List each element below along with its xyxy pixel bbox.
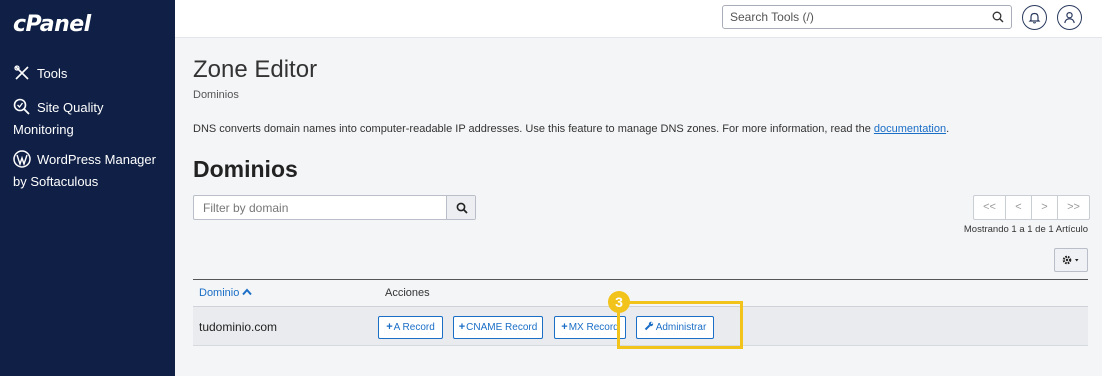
- documentation-link[interactable]: documentation: [874, 123, 946, 135]
- search-icon[interactable]: [992, 11, 1004, 23]
- step-number-badge: 3: [608, 291, 630, 313]
- pagination-summary: Mostrando 1 a 1 de 1 Artículo: [963, 224, 1088, 235]
- column-header-domain-label: Dominio: [199, 287, 240, 299]
- sidebar-item-wordpress-manager[interactable]: WordPress Manager by Softaculous: [13, 149, 173, 193]
- user-icon: [1064, 11, 1075, 24]
- plus-icon: +: [458, 321, 466, 333]
- wordpress-icon: [13, 150, 31, 168]
- filter-search-button[interactable]: [446, 196, 475, 219]
- search-tools-box[interactable]: [722, 5, 1012, 29]
- column-header-actions: Acciones: [385, 287, 430, 299]
- sidebar: cPanel Tools Site Quality Monitoring Wor…: [0, 0, 175, 376]
- first-page-button[interactable]: <<: [973, 195, 1006, 220]
- section-title: Dominios: [193, 156, 298, 182]
- add-cname-record-button[interactable]: +CNAME Record: [453, 316, 543, 339]
- tools-icon: [14, 65, 29, 80]
- top-header: [175, 0, 1102, 38]
- page-description: DNS converts domain names into computer-…: [193, 123, 949, 135]
- search-tools-input[interactable]: [723, 6, 978, 28]
- breadcrumb: Dominios: [193, 89, 239, 101]
- plus-icon: +: [386, 321, 393, 333]
- sidebar-item-site-quality-monitoring[interactable]: Site Quality Monitoring: [13, 97, 163, 141]
- step-highlight-box: [617, 301, 743, 349]
- button-label: A Record: [393, 322, 435, 333]
- last-page-button[interactable]: >>: [1057, 195, 1090, 220]
- next-page-button[interactable]: >: [1031, 195, 1058, 220]
- gear-icon: [1062, 255, 1079, 265]
- sort-up-icon: [242, 288, 253, 296]
- plus-icon: +: [561, 321, 568, 333]
- user-menu-button[interactable]: [1057, 5, 1082, 30]
- button-label: CNAME Record: [466, 322, 538, 333]
- sidebar-item-label: Tools: [37, 66, 68, 81]
- pagination: << < > >>: [973, 195, 1090, 220]
- button-label: MX Record: [568, 322, 619, 333]
- settings-dropdown-button[interactable]: [1054, 248, 1088, 272]
- sidebar-item-tools[interactable]: Tools: [13, 63, 67, 85]
- search-quality-icon: [13, 98, 30, 115]
- description-end: .: [946, 123, 950, 135]
- notifications-button[interactable]: [1022, 5, 1047, 30]
- sidebar-item-label: WordPress Manager by Softaculous: [13, 152, 156, 189]
- bell-icon: [1028, 12, 1041, 24]
- cpanel-logo[interactable]: cPanel: [13, 12, 91, 37]
- prev-page-button[interactable]: <: [1005, 195, 1032, 220]
- table-top-border: [193, 279, 1088, 280]
- add-mx-record-button[interactable]: +MX Record: [554, 316, 626, 339]
- domain-cell: tudominio.com: [199, 320, 278, 334]
- page-title: Zone Editor: [193, 56, 318, 83]
- add-a-record-button[interactable]: +A Record: [378, 316, 443, 339]
- column-header-domain[interactable]: Dominio: [199, 287, 253, 299]
- description-text: DNS converts domain names into computer-…: [193, 123, 874, 135]
- filter-domain-input[interactable]: [194, 196, 446, 219]
- domain-filter: [193, 195, 476, 220]
- search-icon: [456, 202, 468, 214]
